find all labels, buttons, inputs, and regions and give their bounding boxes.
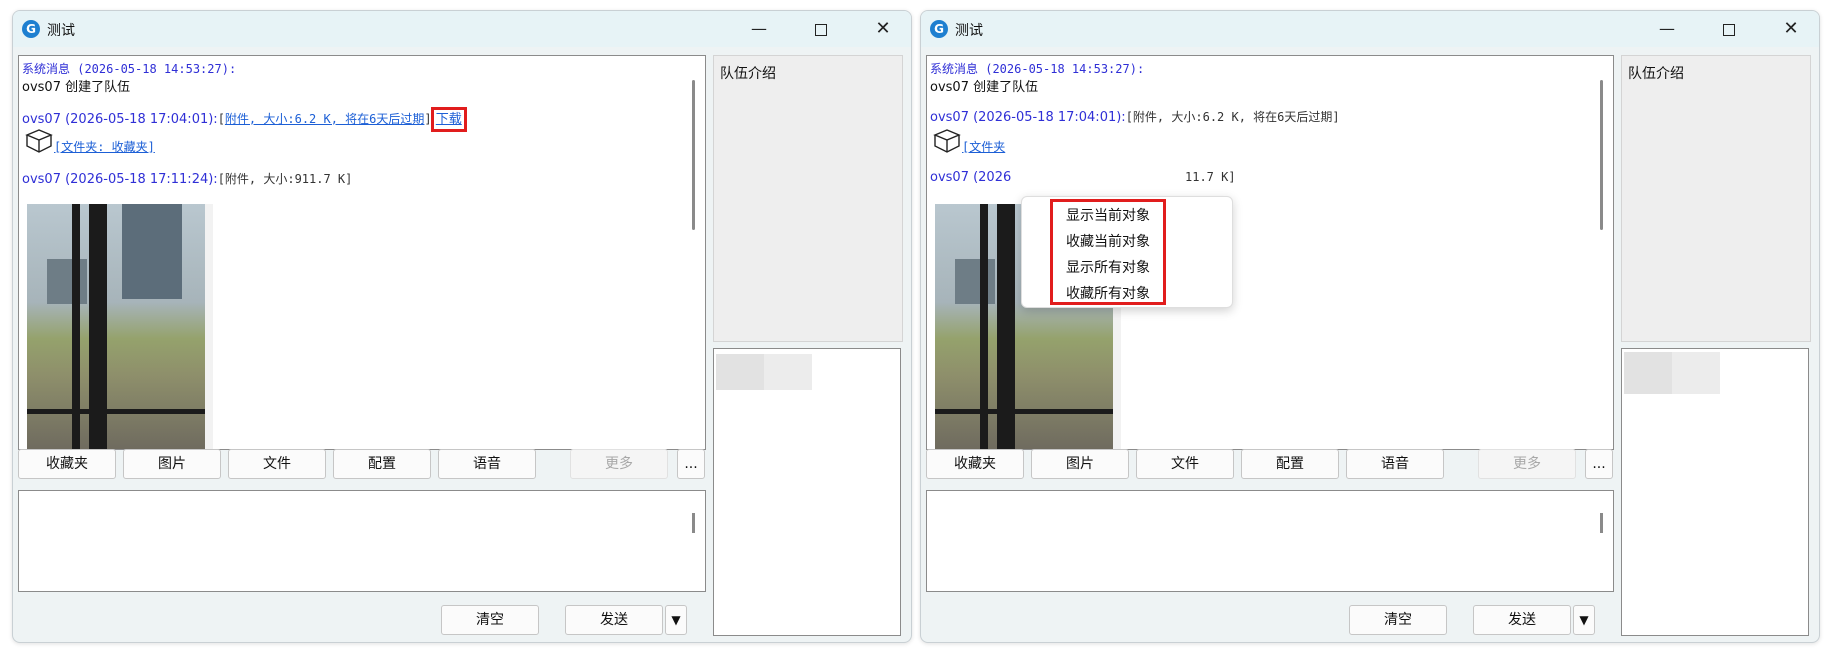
chat-scrollbar[interactable] [1600,80,1603,230]
system-message-header: 系统消息 (2026-05-18 14:53:27): [930,62,1145,76]
minimize-button[interactable]: — [731,11,787,47]
voice-button[interactable]: 语音 [438,449,536,479]
message-input[interactable] [926,490,1614,592]
context-menu: 显示当前对象 收藏当前对象 显示所有对象 收藏所有对象 [1021,196,1233,308]
maximize-button[interactable] [1701,11,1757,47]
input-scrollbar[interactable] [692,513,695,533]
close-button[interactable]: ✕ [1763,11,1819,47]
attachment-info: [附件, 大小:911.7 K] [217,172,353,186]
folder-link-line: [文件夹: 收藏夹] [54,138,155,155]
image-button[interactable]: 图片 [1031,449,1129,479]
chat-history-panel[interactable]: 系统消息 (2026-05-18 14:53:27): ovs07 创建了队伍 … [926,55,1614,450]
chat-window-right: G 测试 — ✕ 系统消息 (2026-05-18 14:53:27): ovs… [920,10,1820,643]
app-logo-icon: G [930,20,948,38]
menu-item-favorite-all[interactable]: 收藏所有对象 [1066,283,1150,303]
input-scrollbar[interactable] [1600,513,1603,533]
message-image-line: ovs07 (2026-05-18 17:11:24):[附件, 大小:911.… [22,170,352,187]
more-button[interactable]: 更多 [1478,449,1576,479]
menu-item-show-all[interactable]: 显示所有对象 [1066,257,1150,277]
config-button[interactable]: 配置 [1241,449,1339,479]
title-bar[interactable]: G 测试 — ✕ [13,11,911,47]
file-button[interactable]: 文件 [1136,449,1234,479]
ellipsis-button[interactable]: ... [677,449,705,479]
send-button[interactable]: 发送 [565,605,663,635]
config-button[interactable]: 配置 [333,449,431,479]
message-sender: ovs07 (2026 [930,170,1012,185]
clear-button[interactable]: 清空 [441,605,539,635]
app-logo-icon: G [22,20,40,38]
system-message-body: ovs07 创建了队伍 [22,80,131,95]
favorites-button[interactable]: 收藏夹 [926,449,1024,479]
send-options-button[interactable]: ▼ [1573,605,1595,635]
member-avatar[interactable] [764,354,812,390]
attachment-info: 11.7 K] [1185,170,1236,184]
send-options-button[interactable]: ▼ [665,605,687,635]
team-intro-panel: 队伍介绍 [713,55,903,342]
team-intro-label: 队伍介绍 [1628,66,1684,82]
clear-button[interactable]: 清空 [1349,605,1447,635]
team-intro-panel: 队伍介绍 [1621,55,1811,342]
chat-scrollbar[interactable] [692,80,695,230]
member-avatar[interactable] [1624,352,1672,394]
file-button[interactable]: 文件 [228,449,326,479]
member-avatar[interactable] [1672,352,1720,394]
system-message-header: 系统消息 (2026-05-18 14:53:27): [22,62,237,76]
message-sender: ovs07 (2026-05-18 17:04:01): [22,112,218,127]
message-input[interactable] [18,490,706,592]
attachment-link[interactable]: 附件, 大小:6.2 K, 将在6天后过期 [225,112,424,126]
menu-item-show-current[interactable]: 显示当前对象 [1066,205,1150,225]
download-link[interactable]: 下载 [430,107,467,132]
more-button[interactable]: 更多 [570,449,668,479]
ellipsis-button[interactable]: ... [1585,449,1613,479]
chat-history-panel[interactable]: 系统消息 (2026-05-18 14:53:27): ovs07 创建了队伍 … [18,55,706,450]
voice-button[interactable]: 语音 [1346,449,1444,479]
minimize-button[interactable]: — [1639,11,1695,47]
message-sender: ovs07 (2026-05-18 17:11:24): [22,172,218,187]
message-attachment-line: ovs07 (2026-05-18 17:04:01):[附件, 大小:6.2 … [930,110,1340,125]
image-button[interactable]: 图片 [123,449,221,479]
folder-link-line: [文件夹 [962,138,1005,155]
message-attachment-line: ovs07 (2026-05-18 17:04:01):[附件, 大小:6.2 … [22,107,467,132]
image-attachment-preview[interactable] [27,204,213,449]
message-image-line: ovs07 (2026 [930,170,1011,185]
folder-link[interactable]: [文件夹: 收藏夹] [54,140,155,154]
menu-item-favorite-current[interactable]: 收藏当前对象 [1066,231,1150,251]
maximize-button[interactable] [793,11,849,47]
chat-window-left: G 测试 — ✕ 系统消息 (2026-05-18 14:53:27): ovs… [12,10,912,643]
folder-box-icon[interactable] [24,126,54,156]
window-title: 测试 [47,23,75,39]
member-avatar[interactable] [716,354,764,390]
folder-link[interactable]: [文件夹 [962,140,1005,154]
title-bar[interactable]: G 测试 — ✕ [921,11,1819,47]
team-intro-label: 队伍介绍 [720,66,776,82]
close-button[interactable]: ✕ [855,11,911,47]
window-title: 测试 [955,23,983,39]
member-list-panel[interactable] [713,348,901,636]
folder-box-icon[interactable] [932,126,962,156]
system-message-body: ovs07 创建了队伍 [930,80,1039,95]
favorites-button[interactable]: 收藏夹 [18,449,116,479]
attachment-info: 附件, 大小:6.2 K, 将在6天后过期 [1132,110,1333,124]
message-sender: ovs07 (2026-05-18 17:04:01): [930,110,1126,125]
send-button[interactable]: 发送 [1473,605,1571,635]
member-list-panel[interactable] [1621,348,1809,636]
